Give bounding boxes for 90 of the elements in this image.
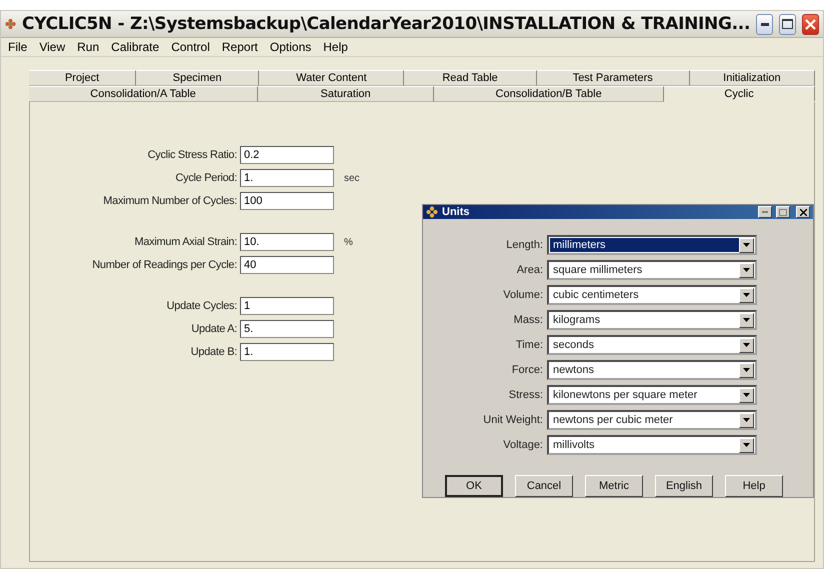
tab[interactable]: Water Content — [259, 70, 404, 86]
dropdown-button[interactable] — [739, 388, 754, 402]
caret-icon — [743, 268, 750, 272]
field-label: Maximum Number of Cycles: — [102, 195, 238, 207]
unit-label: % — [344, 236, 353, 248]
menu-item[interactable]: View — [34, 40, 70, 54]
close-icon — [805, 18, 816, 30]
input-field[interactable]: 10. — [240, 233, 334, 251]
maximize-icon — [779, 208, 787, 216]
tab[interactable]: Test Parameters — [536, 70, 690, 86]
dialog-title: Units — [442, 206, 470, 218]
field-label: Volume: — [502, 289, 544, 301]
tab[interactable]: Saturation — [258, 86, 434, 102]
caret-icon — [743, 318, 750, 322]
input-field[interactable]: 1. — [240, 343, 334, 361]
dropdown-field[interactable]: kilonewtons per square meter — [547, 385, 757, 405]
field-label: Force: — [510, 364, 544, 376]
dropdown-field[interactable]: newtons — [547, 360, 757, 380]
caret-icon — [743, 368, 750, 372]
window-title: CYCLIC5N - Z:\Systemsbackup\CalendarYear2010\INSTALLATION & TRAINING... — [22, 14, 750, 34]
menu-item[interactable]: Control — [166, 40, 215, 54]
close-icon — [800, 208, 806, 216]
dialog-button[interactable]: English — [655, 475, 713, 497]
dialog-button[interactable]: OK — [445, 475, 503, 497]
close-button[interactable] — [802, 14, 820, 34]
maximize-button[interactable] — [779, 14, 796, 34]
dropdown-button[interactable] — [739, 438, 754, 452]
caret-icon — [743, 418, 750, 422]
field-label: Cyclic Stress Ratio: — [146, 149, 238, 161]
field-label: Stress: — [508, 389, 544, 401]
dropdown-button[interactable] — [739, 312, 754, 328]
input-field[interactable]: 0.2 — [240, 146, 334, 164]
menu-item[interactable]: File — [3, 40, 32, 54]
input-field[interactable]: 1 — [240, 297, 334, 315]
input-field[interactable]: 40 — [240, 256, 334, 274]
field-label: Update B: — [190, 346, 238, 358]
tab[interactable]: Initialization — [690, 70, 815, 86]
dropdown-field[interactable]: seconds — [547, 335, 757, 355]
field-label: Voltage: — [502, 439, 544, 451]
menu-item[interactable]: Run — [72, 40, 104, 54]
dropdown-field[interactable]: square millimeters — [547, 260, 757, 280]
dialog-button[interactable]: Cancel — [515, 475, 573, 497]
minimize-icon — [760, 22, 769, 26]
caret-icon — [743, 243, 750, 247]
dialog-button[interactable]: Help — [725, 475, 783, 497]
field-label: Unit Weight: — [482, 414, 544, 426]
caret-icon — [743, 443, 750, 447]
caret-icon — [743, 343, 750, 347]
field-label: Number of Readings per Cycle: — [91, 259, 238, 271]
tab[interactable]: Specimen — [136, 70, 260, 86]
dropdown-field[interactable]: newtons per cubic meter — [547, 410, 757, 430]
field-label: Update Cycles: — [166, 300, 238, 312]
tab[interactable]: Consolidation/A Table — [29, 86, 258, 102]
menu-item[interactable]: Options — [264, 40, 316, 54]
dropdown-button[interactable] — [739, 362, 754, 378]
minimize-icon — [762, 211, 768, 213]
minimize-button[interactable] — [756, 14, 774, 34]
dropdown-button[interactable] — [739, 238, 754, 252]
tab[interactable]: Consolidation/B Table — [434, 86, 664, 102]
field-label: Maximum Axial Strain: — [133, 236, 238, 248]
dropdown-button[interactable] — [739, 262, 754, 278]
caret-icon — [743, 293, 750, 297]
tab[interactable]: Read Table — [404, 70, 537, 86]
caret-icon — [743, 393, 750, 397]
field-label: Mass: — [512, 314, 544, 326]
flower-icon — [426, 206, 438, 218]
dropdown-field[interactable]: kilograms — [547, 310, 757, 330]
input-field[interactable]: 100 — [240, 192, 334, 210]
menu-item[interactable]: Report — [216, 40, 263, 54]
tab[interactable]: Cyclic — [664, 86, 815, 101]
dialog-button[interactable]: Metric — [585, 475, 643, 497]
menu-item[interactable]: Calibrate — [106, 40, 164, 54]
field-label: Update A: — [190, 323, 238, 335]
menu-item[interactable]: Help — [318, 40, 353, 54]
dropdown-field[interactable]: millimeters — [547, 235, 757, 255]
flower-icon — [5, 17, 16, 31]
field-label: Length: — [505, 239, 544, 251]
input-field[interactable]: 5. — [240, 320, 334, 338]
tab[interactable]: Project — [29, 70, 136, 86]
dropdown-field[interactable]: cubic centimeters — [547, 285, 757, 305]
field-label: Cycle Period: — [174, 172, 238, 184]
dropdown-button[interactable] — [739, 288, 754, 302]
unit-label: sec — [344, 172, 360, 184]
field-label: Time: — [514, 339, 544, 351]
maximize-icon — [782, 19, 794, 29]
dropdown-button[interactable] — [739, 338, 754, 352]
input-field[interactable]: 1. — [240, 169, 334, 187]
dropdown-field[interactable]: millivolts — [547, 435, 757, 455]
dropdown-button[interactable] — [739, 412, 754, 428]
field-label: Area: — [516, 264, 544, 276]
